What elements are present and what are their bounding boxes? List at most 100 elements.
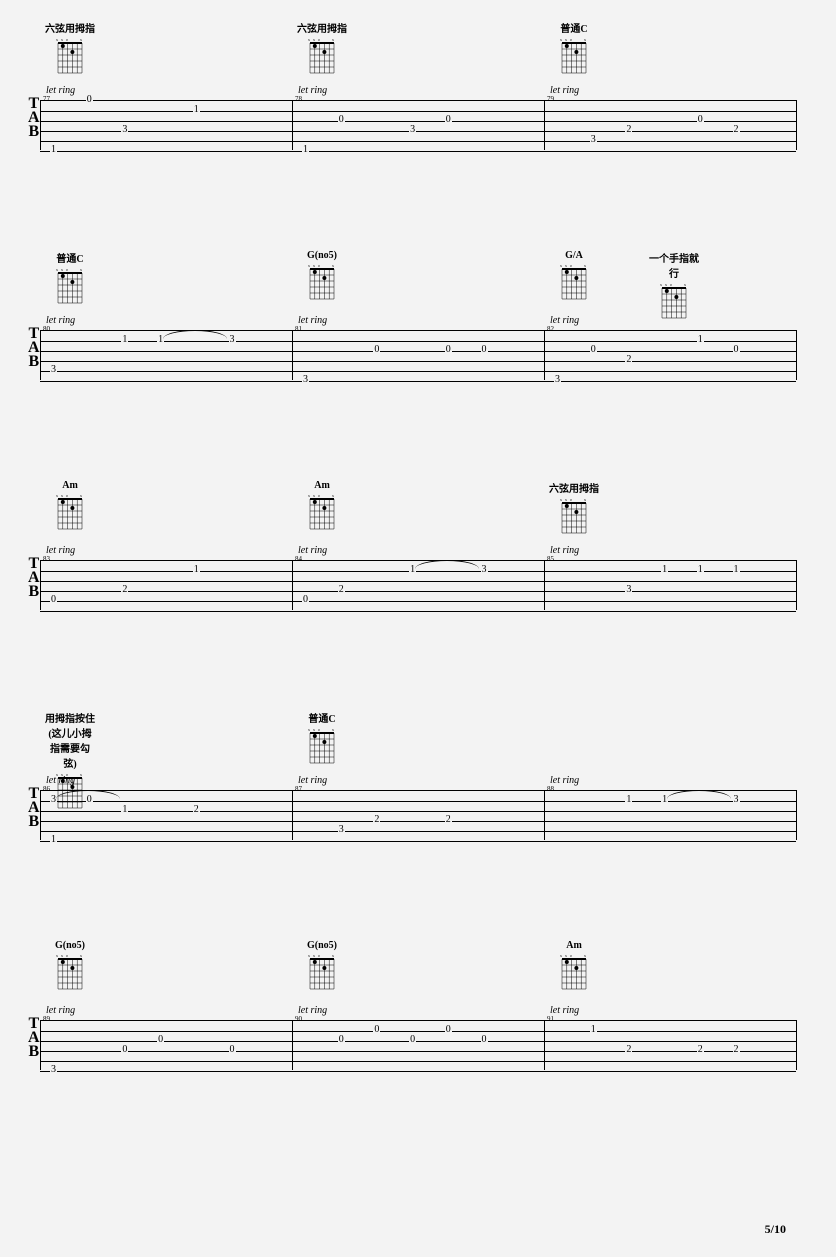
svg-text:o: o	[318, 953, 320, 958]
tab-note: 2	[625, 355, 632, 365]
tab-clef: T A B	[28, 327, 40, 369]
svg-text:x: x	[313, 953, 315, 958]
tab-note: 3	[590, 135, 597, 145]
tab-page: T A B六弦用拇指xxoxlet ring771031六弦用拇指xxoxlet…	[0, 0, 836, 1257]
svg-text:x: x	[308, 493, 310, 498]
svg-text:o: o	[318, 493, 320, 498]
tab-note: 2	[697, 1045, 704, 1055]
measure-number: 82	[547, 325, 554, 333]
tab-note: 0	[481, 1035, 488, 1045]
svg-text:x: x	[313, 37, 315, 42]
chord-grid-icon: xxox	[54, 37, 86, 75]
tab-note: 0	[590, 345, 597, 355]
svg-text:o: o	[66, 493, 68, 498]
chord-name: 六弦用拇指	[45, 20, 95, 35]
svg-text:o: o	[570, 497, 572, 502]
tab-note: 1	[121, 805, 128, 815]
tab-note: 0	[157, 1035, 164, 1045]
chord-grid-icon: xxox	[306, 263, 338, 301]
svg-text:x: x	[56, 37, 58, 42]
chord-grid-icon: xxox	[54, 953, 86, 991]
let-ring-label: let ring	[46, 1005, 75, 1016]
chord-diagram: G/Axxox	[549, 250, 599, 301]
chord-grid-icon: xxox	[306, 37, 338, 75]
tab-clef: T A B	[28, 97, 40, 139]
tab-note: 2	[625, 1045, 632, 1055]
svg-text:x: x	[308, 263, 310, 268]
tab-note: 0	[302, 595, 309, 605]
tab-system: T A B普通Cxxoxlet ring803113G(no5)xxoxlet …	[40, 285, 796, 380]
measure-number: 78	[295, 95, 302, 103]
chord-name: 六弦用拇指	[297, 20, 347, 35]
tab-note: 1	[50, 835, 57, 845]
chord-diagram: 一个手指就行xxox	[649, 250, 699, 320]
tab-note: 3	[121, 125, 128, 135]
svg-text:x: x	[332, 727, 334, 732]
svg-text:x: x	[584, 37, 586, 42]
chord-name: 用拇指按住(这儿小拇指需要勾弦)	[45, 710, 95, 770]
tab-note: 3	[625, 585, 632, 595]
chord-diagram: 普通Cxxox	[549, 20, 599, 75]
tab-note: 3	[50, 1065, 57, 1075]
svg-text:x: x	[560, 37, 562, 42]
tab-clef: T A B	[28, 787, 40, 829]
tab-note: 1	[697, 335, 704, 345]
chord-name: 普通C	[297, 710, 347, 725]
tab-system: T A BAmxxoxlet ring83021Amxxoxlet ring84…	[40, 515, 796, 610]
chord-grid-icon: xxox	[558, 953, 590, 991]
tab-note: 3	[733, 795, 740, 805]
let-ring-label: let ring	[298, 775, 327, 786]
let-ring-label: let ring	[298, 85, 327, 96]
svg-text:x: x	[684, 282, 686, 287]
tab-note: 2	[193, 805, 200, 815]
chord-name: G(no5)	[297, 250, 347, 261]
chord-diagram: 六弦用拇指xxox	[45, 20, 95, 75]
barline	[796, 100, 797, 150]
let-ring-label: let ring	[550, 315, 579, 326]
measure-number: 77	[43, 95, 50, 103]
chord-name: G/A	[549, 250, 599, 261]
tab-note: 1	[121, 335, 128, 345]
tab-note: 1	[302, 145, 309, 155]
barline	[544, 560, 545, 610]
svg-text:x: x	[80, 37, 82, 42]
chord-diagram: G(no5)xxox	[45, 940, 95, 991]
svg-text:o: o	[570, 37, 572, 42]
svg-text:x: x	[565, 497, 567, 502]
staff-lines	[40, 330, 796, 382]
svg-text:x: x	[80, 772, 82, 777]
tab-note: 1	[733, 565, 740, 575]
svg-text:x: x	[565, 953, 567, 958]
barline	[40, 100, 41, 150]
svg-text:x: x	[560, 497, 562, 502]
svg-text:x: x	[332, 953, 334, 958]
barline	[292, 330, 293, 380]
tab-system: T A BG(no5)xxoxlet ring893000G(no5)xxoxl…	[40, 975, 796, 1070]
chord-grid-icon: xxox	[558, 37, 590, 75]
svg-text:x: x	[565, 263, 567, 268]
tab-note: 0	[733, 345, 740, 355]
measure-number: 87	[295, 785, 302, 793]
svg-text:x: x	[584, 497, 586, 502]
tab-note: 0	[121, 1045, 128, 1055]
barline	[544, 100, 545, 150]
tab-note: 3	[50, 365, 57, 375]
svg-text:x: x	[332, 37, 334, 42]
barline	[796, 330, 797, 380]
svg-text:x: x	[332, 493, 334, 498]
tab-note: 2	[445, 815, 452, 825]
svg-text:x: x	[560, 953, 562, 958]
measure-number: 90	[295, 1015, 302, 1023]
svg-text:x: x	[332, 263, 334, 268]
tab-note: 3	[229, 335, 236, 345]
barline	[544, 1020, 545, 1070]
tab-note: 0	[229, 1045, 236, 1055]
tab-note: 2	[121, 585, 128, 595]
svg-text:x: x	[313, 493, 315, 498]
let-ring-label: let ring	[550, 545, 579, 556]
chord-diagram: Amxxox	[297, 480, 347, 531]
tab-note: 2	[625, 125, 632, 135]
chord-diagram: G(no5)xxox	[297, 940, 347, 991]
svg-text:o: o	[66, 953, 68, 958]
let-ring-label: let ring	[46, 775, 75, 786]
